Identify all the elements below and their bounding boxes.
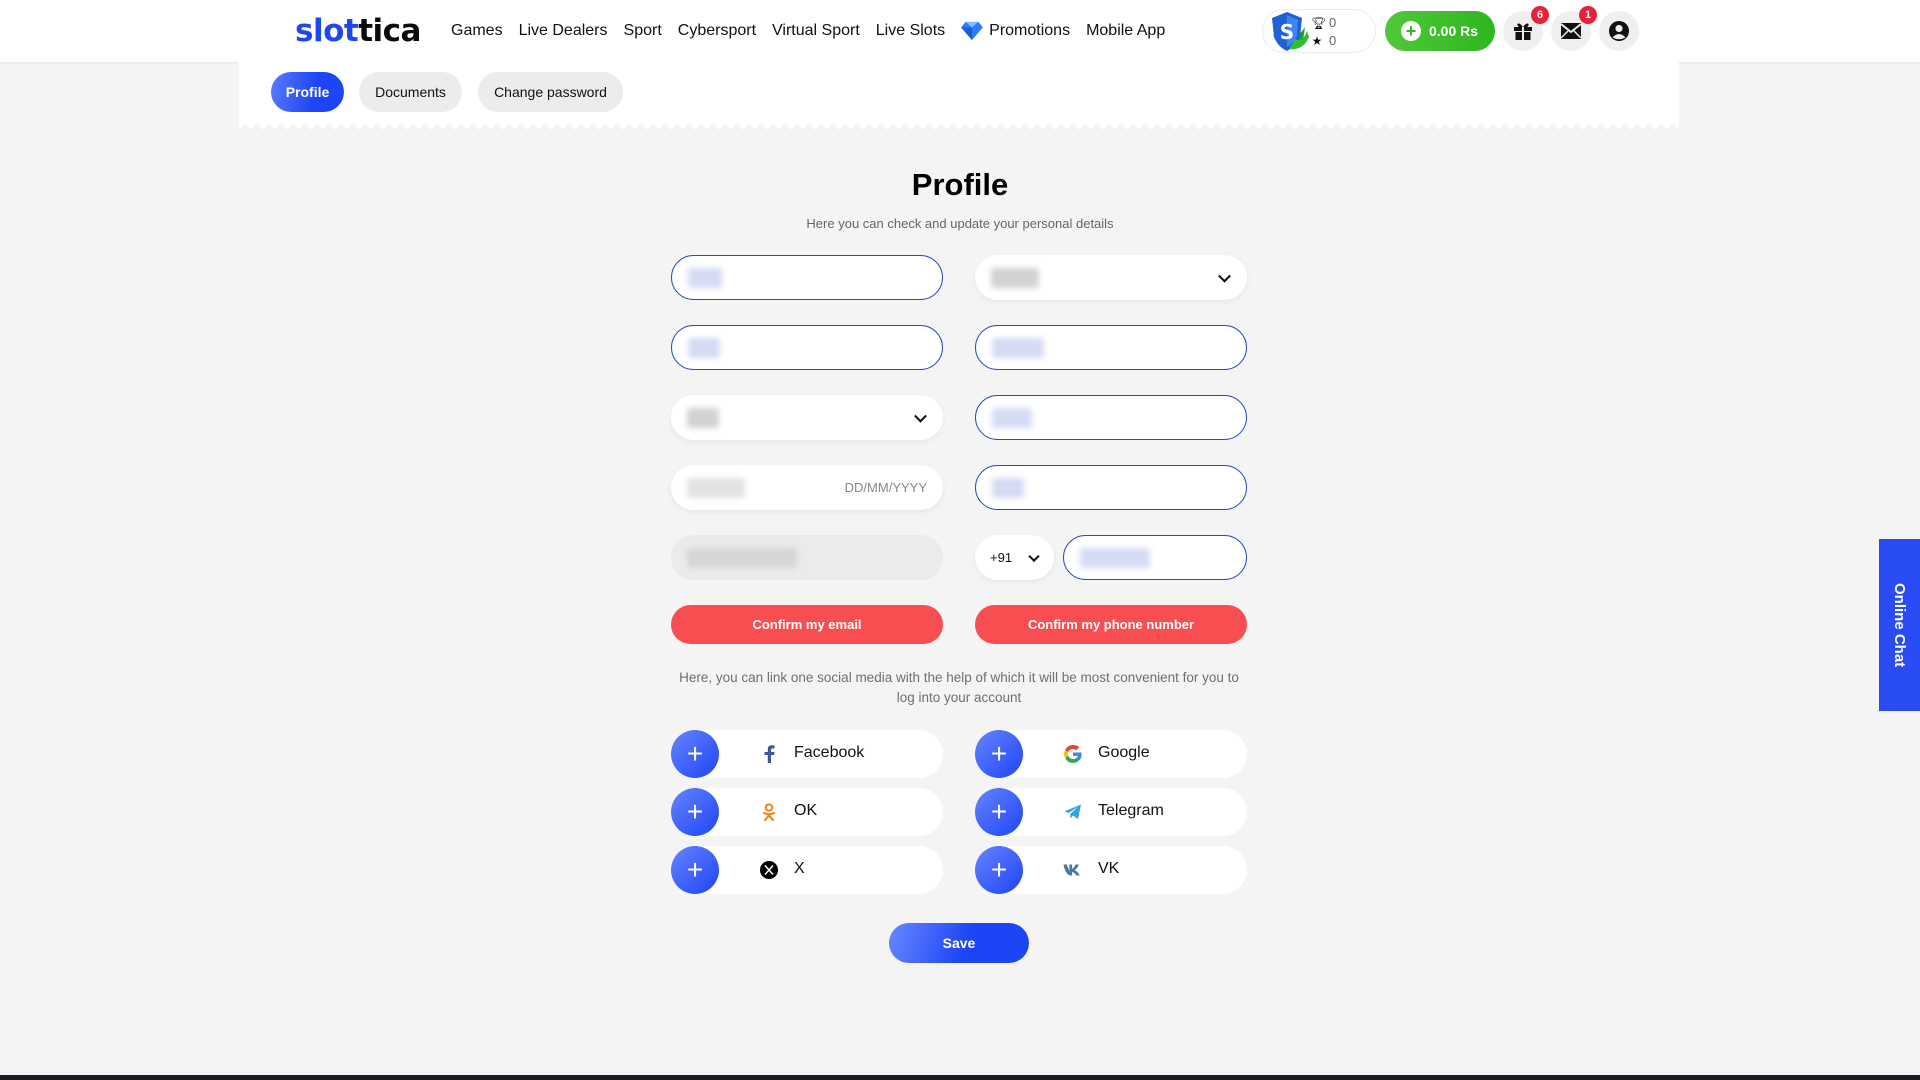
phone-code-select[interactable]: +91 — [975, 535, 1054, 580]
nav-cybersport[interactable]: Cybersport — [678, 22, 756, 40]
link-x-button[interactable]: + — [671, 846, 719, 894]
social-facebook: + Facebook — [671, 730, 943, 778]
link-google-button[interactable]: + — [975, 730, 1023, 778]
chevron-down-icon — [914, 409, 927, 423]
confirm-phone-button[interactable]: Confirm my phone number — [975, 605, 1247, 644]
nav-games[interactable]: Games — [451, 22, 503, 40]
gift-icon — [1514, 23, 1532, 40]
star-count: ★ 0 — [1311, 33, 1337, 48]
vk-icon — [1063, 860, 1083, 880]
redacted-value — [687, 407, 719, 428]
page-subtitle: Here you can check and update your perso… — [806, 216, 1114, 231]
messages-badge: 1 — [1579, 6, 1597, 24]
telegram-icon — [1063, 802, 1083, 822]
rank-shield-icon: S — [1272, 12, 1309, 51]
nav-promotions[interactable]: Promotions — [961, 21, 1070, 41]
social-link-helper: Here, you can link one social media with… — [679, 670, 1239, 705]
trophy-icon: 🏆︎ — [1311, 15, 1327, 30]
svg-text:S: S — [1280, 20, 1294, 44]
first-name-input[interactable] — [671, 255, 943, 300]
social-x: + X — [671, 846, 943, 894]
star-icon: ★ — [1311, 33, 1323, 48]
messages-button[interactable]: 1 — [1551, 6, 1597, 51]
link-vk-button[interactable]: + — [975, 846, 1023, 894]
tab-change-password[interactable]: Change password — [478, 72, 623, 112]
google-icon — [1063, 744, 1083, 764]
chevron-down-icon — [1218, 269, 1231, 283]
confirm-email-button[interactable]: Confirm my email — [671, 605, 943, 644]
birth-date-input[interactable]: DD/MM/YYYY — [671, 465, 943, 510]
nav-virtual-sport[interactable]: Virtual Sport — [772, 22, 860, 40]
diamond-icon — [961, 21, 984, 41]
facebook-icon — [759, 744, 779, 764]
redacted-value — [992, 337, 1044, 358]
social-telegram: + Telegram — [975, 788, 1247, 836]
address-input[interactable] — [975, 395, 1247, 440]
odnoklassniki-icon — [759, 802, 779, 822]
redacted-value — [688, 267, 722, 288]
last-name-input[interactable] — [671, 325, 943, 370]
x-icon — [759, 860, 779, 880]
envelope-icon — [1561, 23, 1581, 39]
trophy-count: 🏆︎ 0 — [1311, 15, 1337, 30]
social-vk: + VK — [975, 846, 1247, 894]
redacted-value — [992, 477, 1024, 498]
country-select[interactable] — [671, 395, 943, 440]
nav-live-slots[interactable]: Live Slots — [876, 22, 945, 40]
nav-mobile-app[interactable]: Mobile App — [1086, 22, 1165, 40]
city-input[interactable] — [975, 325, 1247, 370]
chevron-down-icon — [1028, 550, 1040, 562]
link-facebook-button[interactable]: + — [671, 730, 719, 778]
loyalty-status[interactable]: S 🏆︎ 0 ★ 0 — [1262, 9, 1376, 53]
redacted-value — [687, 477, 745, 498]
redacted-value — [992, 407, 1032, 428]
gifts-button[interactable]: 6 — [1503, 6, 1549, 51]
tab-profile[interactable]: Profile — [271, 72, 344, 112]
link-telegram-button[interactable]: + — [975, 788, 1023, 836]
save-button[interactable]: Save — [889, 923, 1029, 963]
top-header: slottica Games Live Dealers Sport Cybers… — [0, 0, 1920, 62]
gifts-badge: 6 — [1531, 6, 1549, 24]
social-ok: + OK — [671, 788, 943, 836]
footer-edge — [0, 1075, 1920, 1080]
user-icon — [1609, 21, 1629, 41]
deposit-balance-button[interactable]: + 0.00 Rs — [1385, 11, 1495, 51]
nav-sport[interactable]: Sport — [624, 22, 662, 40]
online-chat-tab[interactable]: Online Chat — [1879, 539, 1920, 711]
page-title: Profile — [911, 167, 1009, 202]
main-nav: Games Live Dealers Sport Cybersport Virt… — [451, 0, 1165, 62]
gender-select[interactable] — [975, 255, 1247, 300]
zip-code-input[interactable] — [975, 465, 1247, 510]
redacted-value — [688, 337, 720, 358]
profile-tabs: Profile Documents Change password — [239, 62, 1679, 130]
nav-live-dealers[interactable]: Live Dealers — [519, 22, 608, 40]
email-field — [671, 535, 943, 580]
link-ok-button[interactable]: + — [671, 788, 719, 836]
redacted-value — [991, 267, 1039, 288]
redacted-value — [1080, 547, 1150, 568]
account-button[interactable] — [1599, 11, 1639, 51]
tab-documents[interactable]: Documents — [359, 72, 462, 112]
phone-number-input[interactable] — [1063, 535, 1247, 580]
redacted-value — [687, 547, 797, 568]
slottica-logo[interactable]: slottica — [295, 13, 421, 49]
plus-icon: + — [1401, 21, 1421, 41]
social-google: + Google — [975, 730, 1247, 778]
date-format-hint: DD/MM/YYYY — [844, 480, 927, 495]
